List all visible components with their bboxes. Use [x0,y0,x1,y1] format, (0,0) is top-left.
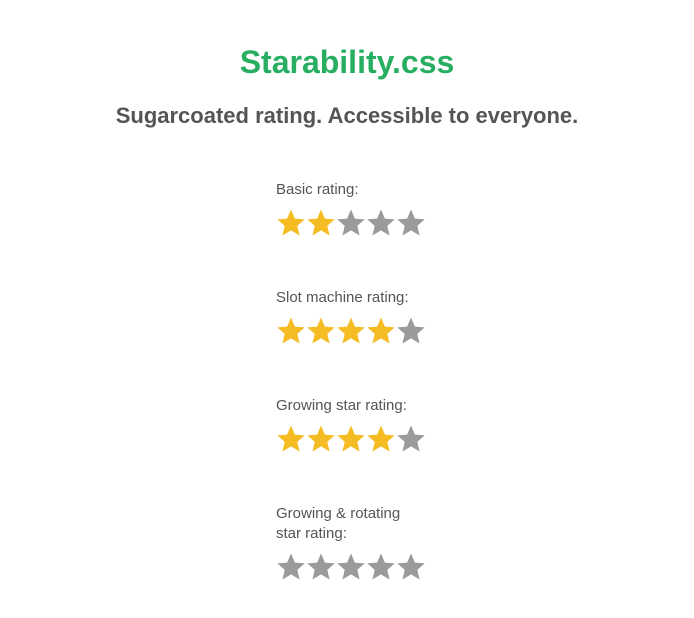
star-empty-icon[interactable] [306,552,336,582]
rating-growing: Growing star rating: [276,396,496,456]
rating-label-basic: Basic rating: [276,181,359,198]
star-empty-icon[interactable] [396,316,426,346]
star-filled-icon[interactable] [336,316,366,346]
page-title: Starability.css [239,44,455,80]
rating-growing-rotating: Growing & rotating star rating: [276,504,496,584]
star-rating-growing-rotating [276,552,496,584]
rating-slot-machine: Slot machine rating: [276,288,496,348]
star-empty-icon[interactable] [366,552,396,582]
rating-basic: Basic rating: [276,180,496,240]
rating-label-growing: Growing star rating: [276,397,407,414]
star-filled-icon[interactable] [306,208,336,238]
star-filled-icon[interactable] [306,424,336,454]
star-rating-basic [276,208,496,240]
star-filled-icon[interactable] [306,316,336,346]
page-subtitle: Sugarcoated rating. Accessible to everyo… [115,103,579,128]
star-empty-icon[interactable] [396,424,426,454]
rating-label-slot-machine: Slot machine rating: [276,289,409,306]
star-empty-icon[interactable] [366,208,396,238]
star-empty-icon[interactable] [396,552,426,582]
star-empty-icon[interactable] [276,552,306,582]
star-rating-slot-machine [276,316,496,348]
star-filled-icon[interactable] [276,208,306,238]
star-filled-icon[interactable] [336,424,366,454]
star-empty-icon[interactable] [336,552,366,582]
star-rating-growing [276,424,496,456]
star-filled-icon[interactable] [366,316,396,346]
star-empty-icon[interactable] [396,208,426,238]
star-empty-icon[interactable] [336,208,366,238]
star-filled-icon[interactable] [276,424,306,454]
star-filled-icon[interactable] [366,424,396,454]
rating-label-growing-rotating: Growing & rotating star rating: [276,505,401,542]
star-filled-icon[interactable] [276,316,306,346]
